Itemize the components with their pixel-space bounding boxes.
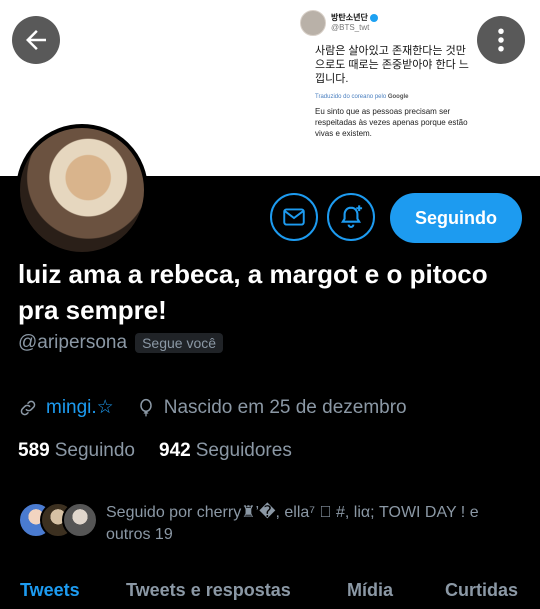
link-icon	[20, 400, 36, 415]
tweet-author-name: 방탄소년단	[331, 13, 368, 22]
tweet-author-avatar	[300, 10, 326, 36]
following-count-link[interactable]: 589 Seguindo	[18, 440, 135, 462]
google-logo: Google	[387, 94, 409, 100]
tweet-header: 방탄소년단 @BTS_twt	[300, 10, 470, 36]
followers-label: Seguidores	[195, 440, 292, 461]
following-count: 589	[18, 440, 50, 461]
balloon-icon	[139, 398, 152, 416]
followed-by-avatars	[18, 502, 100, 542]
followers-count: 942	[159, 440, 191, 461]
avatar	[62, 502, 98, 538]
user-handle: @aripersona	[18, 332, 128, 353]
notifications-button[interactable]	[327, 193, 375, 241]
verified-icon	[369, 13, 378, 22]
arrow-left-icon	[26, 30, 46, 50]
profile-link[interactable]: mingi.☆	[46, 396, 114, 419]
more-vertical-icon	[498, 28, 504, 52]
following-label: Seguindo	[54, 440, 135, 461]
follows-you-badge: Segue você	[135, 333, 224, 353]
envelope-icon	[283, 208, 305, 226]
birthday: Nascido em 25 de dezembro	[163, 396, 407, 418]
tweet-translation-label: Traduzido do coreano pelo Google	[315, 94, 409, 100]
handle-row: @aripersona Segue você	[18, 332, 224, 354]
tab-likes[interactable]: Curtidas	[445, 580, 518, 601]
profile-avatar[interactable]	[16, 124, 148, 256]
follow-counts: 589 Seguindo 942 Seguidores	[18, 440, 292, 462]
more-options-button[interactable]	[477, 16, 525, 64]
display-name: luiz ama a rebeca, a margot e o pitoco p…	[18, 259, 488, 325]
tab-tweets-and-replies[interactable]: Tweets e respostas	[126, 580, 291, 601]
tab-tweets[interactable]: Tweets	[20, 580, 80, 601]
followed-by-section[interactable]: Seguido por cherry♜’�, ella⁷ ⃝ #, liα; T…	[18, 502, 506, 546]
banner-tweet-image: 방탄소년단 @BTS_twt 사람은 살아있고 존재한다는 것만으로도 때로는 …	[300, 10, 470, 139]
message-button[interactable]	[270, 193, 318, 241]
following-button[interactable]: Seguindo	[390, 193, 522, 243]
followers-count-link[interactable]: 942 Seguidores	[159, 440, 292, 462]
tweet-text: 사람은 살아있고 존재한다는 것만으로도 때로는 존중받아야 한다 느낍니다.	[315, 45, 469, 85]
tweet-author-handle: @BTS_twt	[331, 23, 370, 32]
followed-by-text: Seguido por cherry♜’�, ella⁷ ⃝ #, liα; T…	[106, 504, 479, 543]
bell-plus-icon	[340, 205, 363, 228]
tab-media[interactable]: Mídia	[347, 580, 393, 601]
back-button[interactable]	[12, 16, 60, 64]
tweet-translation: Eu sinto que as pessoas precisam ser res…	[315, 107, 468, 138]
profile-meta: mingi.☆ Nascido em 25 de dezembro	[18, 396, 407, 419]
